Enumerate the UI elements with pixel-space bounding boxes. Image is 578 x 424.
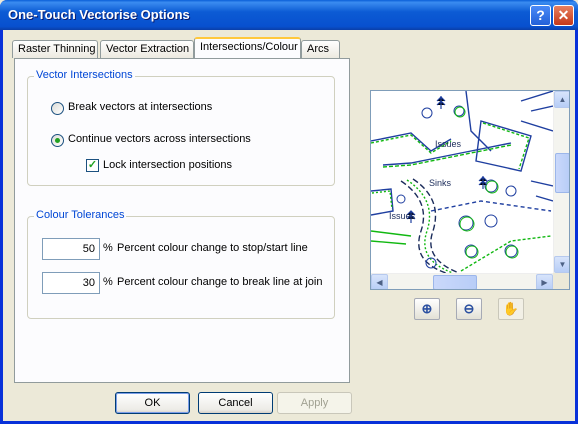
vector-preview[interactable]: Issues Sinks Issues ▲ ▼ ◀ ▶ [370, 90, 570, 290]
continue-vectors-label[interactable]: Continue vectors across intersections [68, 133, 251, 145]
tab-arcs[interactable]: Arcs [301, 40, 340, 58]
scroll-left-icon[interactable]: ◀ [371, 274, 388, 289]
tab-label: Raster Thinning [18, 43, 96, 55]
break-vectors-label[interactable]: Break vectors at intersections [68, 101, 212, 113]
title-bar[interactable]: One-Touch Vectorise Options ? ✕ [0, 0, 578, 30]
continue-vectors-radio[interactable] [51, 134, 64, 147]
group-title: Vector Intersections [34, 69, 135, 81]
colour-tolerances-group: Colour Tolerances 50 % Percent colour ch… [27, 209, 335, 319]
help-button[interactable]: ? [530, 5, 551, 26]
map-preview-image: Issues Sinks Issues [371, 91, 553, 273]
window-title: One-Touch Vectorise Options [8, 7, 190, 22]
break-join-label: Percent colour change to break line at j… [117, 276, 323, 288]
vertical-scroll-thumb[interactable] [555, 153, 569, 193]
tab-raster-thinning[interactable]: Raster Thinning [12, 40, 98, 58]
horizontal-scrollbar[interactable]: ◀ ▶ [371, 273, 553, 289]
scroll-up-icon[interactable]: ▲ [554, 91, 569, 108]
stop-start-unit: % [103, 242, 113, 254]
stop-start-label: Percent colour change to stop/start line [117, 242, 308, 254]
lock-positions-label[interactable]: Lock intersection positions [103, 159, 232, 171]
horizontal-scroll-thumb[interactable] [433, 275, 477, 289]
map-label-sinks: Sinks [429, 178, 452, 188]
zoom-out-icon: ⊖ [463, 301, 475, 316]
tab-panel: Vector Intersections Break vectors at in… [14, 58, 350, 383]
hand-icon: ✋ [502, 301, 520, 316]
tab-label: Vector Extraction [106, 43, 190, 55]
zoom-in-icon: ⊕ [421, 301, 433, 316]
tab-label: Arcs [307, 43, 329, 55]
break-join-unit: % [103, 276, 113, 288]
pan-button[interactable]: ✋ [498, 298, 524, 320]
scroll-right-icon[interactable]: ▶ [536, 274, 553, 289]
ok-button[interactable]: OK [115, 392, 190, 414]
tab-vector-extraction[interactable]: Vector Extraction [100, 40, 194, 58]
map-label-issues-2: Issues [389, 211, 416, 221]
scroll-down-icon[interactable]: ▼ [554, 256, 569, 273]
apply-button[interactable]: Apply [277, 392, 352, 414]
scroll-corner [553, 273, 569, 289]
vertical-scrollbar[interactable]: ▲ ▼ [553, 91, 569, 273]
zoom-in-button[interactable]: ⊕ [414, 298, 440, 320]
dialog-window: One-Touch Vectorise Options ? ✕ Raster T… [0, 0, 578, 424]
stop-start-percent-field[interactable]: 50 [42, 238, 100, 260]
group-title: Colour Tolerances [34, 209, 127, 221]
map-label-issues-1: Issues [435, 139, 462, 149]
close-button[interactable]: ✕ [553, 5, 574, 26]
break-join-percent-field[interactable]: 30 [42, 272, 100, 294]
vector-intersections-group: Vector Intersections Break vectors at in… [27, 69, 335, 186]
zoom-out-button[interactable]: ⊖ [456, 298, 482, 320]
break-vectors-radio[interactable] [51, 102, 64, 115]
cancel-button[interactable]: Cancel [198, 392, 273, 414]
tab-intersections-colour[interactable]: Intersections/Colour [194, 37, 301, 58]
lock-positions-checkbox[interactable]: ✓ [86, 159, 99, 172]
tab-label: Intersections/Colour [200, 41, 298, 53]
